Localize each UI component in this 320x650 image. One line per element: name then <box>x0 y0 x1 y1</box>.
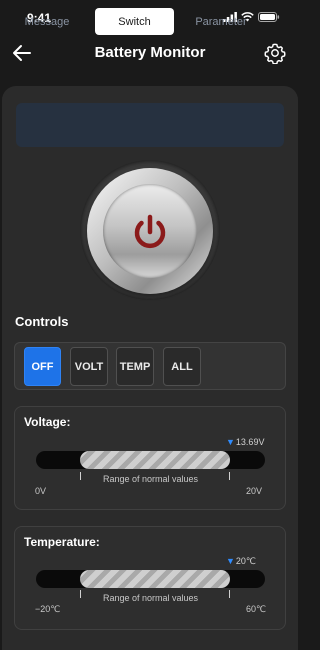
control-off-button[interactable]: OFF <box>24 347 61 386</box>
temperature-normal-range <box>80 570 230 588</box>
voltage-normal-range <box>80 451 230 469</box>
voltage-max-label: 20V <box>246 486 263 496</box>
temperature-range-label: Range of normal values <box>103 593 199 603</box>
controls-title: Controls <box>15 314 69 329</box>
voltage-min-label: 0V <box>35 486 47 496</box>
voltage-range-tick-end <box>229 472 230 480</box>
control-all-button[interactable]: ALL <box>163 347 201 386</box>
control-temp-button[interactable]: TEMP <box>116 347 154 386</box>
voltage-range-tick-start <box>80 472 81 480</box>
voltage-current-marker: ▼13.69V <box>226 437 264 447</box>
tab-switch[interactable]: Switch <box>95 8 174 35</box>
page-title: Battery Monitor <box>94 44 206 61</box>
header: Battery Monitor <box>0 36 300 76</box>
temperature-min-label: −20℃ <box>35 604 61 614</box>
temperature-max-label: 60℃ <box>246 604 267 614</box>
temperature-title: Temperature: <box>24 535 100 549</box>
temperature-range-tick-start <box>80 590 81 598</box>
tab-message[interactable]: Message <box>6 8 88 35</box>
voltage-title: Voltage: <box>24 415 71 429</box>
power-icon <box>134 214 166 249</box>
tab-parameter[interactable]: Parameter <box>180 8 262 35</box>
voltage-card: Voltage: ▼13.69V Range of normal values … <box>14 406 286 510</box>
temperature-current-marker: ▼20℃ <box>226 556 256 567</box>
marker-triangle-icon: ▼ <box>226 437 235 447</box>
voltage-range-label: Range of normal values <box>103 474 199 484</box>
temperature-card: Temperature: ▼20℃ Range of normal values… <box>14 526 286 630</box>
temperature-current-value: 20℃ <box>235 556 257 566</box>
control-volt-button[interactable]: VOLT <box>70 347 108 386</box>
marker-triangle-icon: ▼ <box>226 556 235 566</box>
tab-bar <box>16 103 284 147</box>
gear-icon[interactable] <box>264 42 286 64</box>
temperature-range-tick-end <box>229 590 230 598</box>
temperature-track <box>36 570 265 588</box>
voltage-current-value: 13.69V <box>235 437 265 447</box>
voltage-track <box>36 451 265 469</box>
